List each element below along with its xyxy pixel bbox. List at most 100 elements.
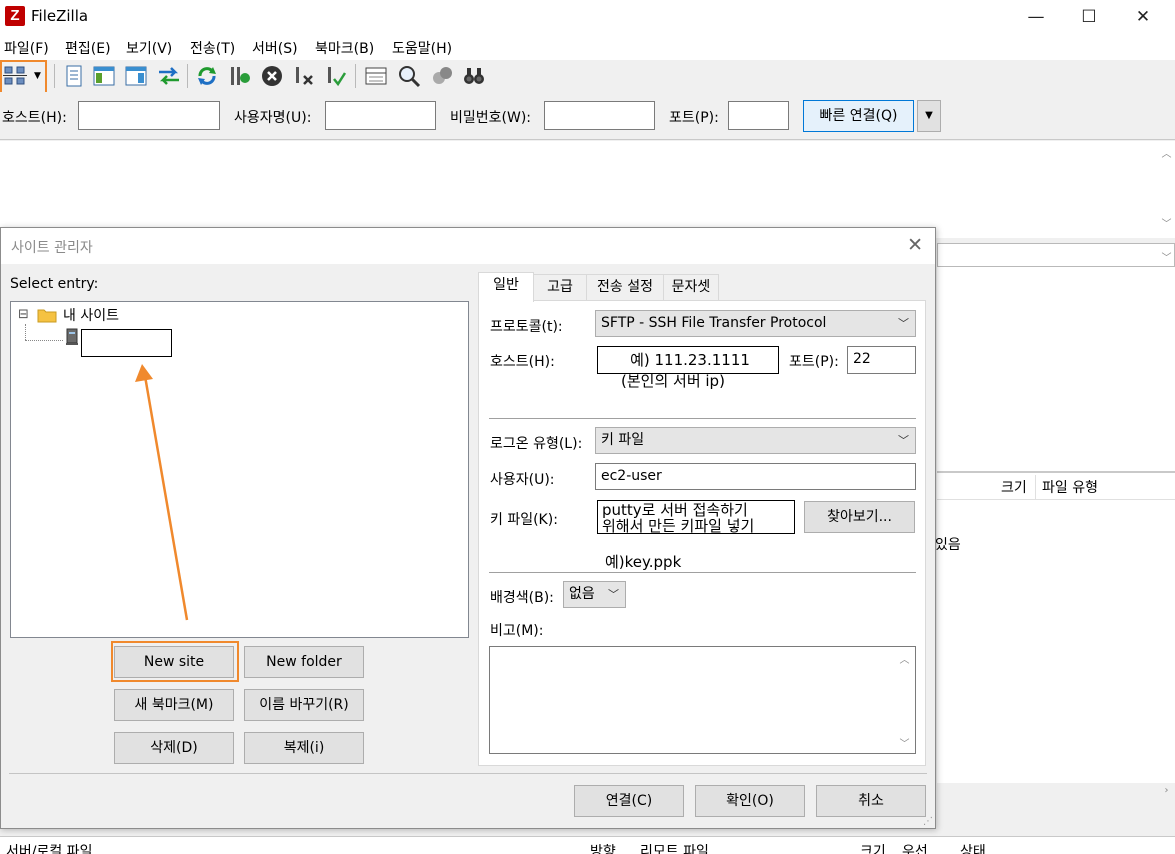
cancel-icon[interactable] bbox=[260, 64, 284, 88]
toolbar: ▼ bbox=[0, 60, 1175, 94]
menu-edit[interactable]: 편집(E) bbox=[65, 38, 111, 58]
sync-browse-icon[interactable] bbox=[430, 64, 454, 88]
comments-label: 비고(M): bbox=[490, 623, 544, 639]
local-tree-icon[interactable] bbox=[92, 64, 116, 88]
key-file-input[interactable]: putty로 서버 접속하기 위해서 만든 키파일 넣기 bbox=[597, 500, 795, 534]
quick-user-label: 사용자명(U): bbox=[234, 110, 312, 126]
port-input[interactable]: 22 bbox=[847, 346, 916, 374]
close-button[interactable]: ✕ bbox=[1120, 2, 1166, 32]
host-hint-line2: (본인의 서버 ip) bbox=[621, 372, 725, 390]
connect-button[interactable]: 연결(C) bbox=[574, 785, 684, 817]
ok-button[interactable]: 확인(O) bbox=[695, 785, 805, 817]
key-hint-example: 예)key.ppk bbox=[605, 553, 682, 571]
port-label: 포트(P): bbox=[789, 354, 839, 370]
host-hint-line1: 예) 111.23.1111 bbox=[630, 351, 750, 369]
col-header-size[interactable]: 크기 bbox=[1001, 477, 1027, 497]
queue-col-size[interactable]: 크기 bbox=[860, 841, 886, 854]
new-site-name-box[interactable] bbox=[81, 329, 172, 357]
site-tree[interactable]: ⊟ 내 사이트 bbox=[10, 301, 469, 638]
quick-user-input[interactable] bbox=[325, 101, 436, 130]
maximize-button[interactable]: ☐ bbox=[1066, 2, 1112, 32]
rename-button[interactable]: 이름 바꾸기(R) bbox=[244, 689, 364, 721]
remote-tree-pane: ﹀ bbox=[937, 243, 1175, 471]
reconnect-icon[interactable] bbox=[324, 64, 348, 88]
quick-pass-input[interactable] bbox=[544, 101, 655, 130]
quickconnect-bar: 호스트(H): 사용자명(U): 비밀번호(W): 포트(P): 빠른 연결(Q… bbox=[0, 92, 1175, 140]
col-header-filetype[interactable]: 파일 유형 bbox=[1042, 477, 1098, 497]
cancel-button[interactable]: 취소 bbox=[816, 785, 926, 817]
quick-connect-button[interactable]: 빠른 연결(Q) bbox=[803, 100, 914, 132]
user-label: 사용자(U): bbox=[490, 472, 555, 488]
menu-view[interactable]: 보기(V) bbox=[126, 38, 172, 58]
log-scroll-down-icon[interactable]: ﹀ bbox=[1158, 215, 1175, 230]
window-title: FileZilla bbox=[31, 7, 89, 25]
remote-hscroll[interactable]: › bbox=[937, 783, 1175, 803]
refresh-icon[interactable] bbox=[195, 64, 219, 88]
chevron-down-icon: ﹀ bbox=[898, 434, 909, 447]
process-queue-icon[interactable] bbox=[228, 64, 252, 88]
menu-bookmarks[interactable]: 북마크(B) bbox=[315, 38, 374, 58]
queue-col-priority[interactable]: 우선 bbox=[902, 841, 928, 854]
protocol-select[interactable]: SFTP - SSH File Transfer Protocol ﹀ bbox=[595, 310, 916, 337]
empty-list-text: 있음 bbox=[935, 537, 961, 553]
quick-port-input[interactable] bbox=[728, 101, 789, 130]
new-folder-button[interactable]: New folder bbox=[244, 646, 364, 678]
chevron-down-icon: ﹀ bbox=[898, 317, 909, 330]
host-label: 호스트(H): bbox=[490, 354, 555, 370]
comments-scroll-down-icon[interactable]: ﹀ bbox=[896, 735, 913, 750]
chevron-down-icon: ﹀ bbox=[608, 588, 619, 601]
folder-icon bbox=[37, 307, 57, 327]
new-site-highlight bbox=[111, 641, 239, 682]
tree-root-label[interactable]: 내 사이트 bbox=[63, 305, 119, 325]
dialog-title-bar: 사이트 관리자 ✕ bbox=[1, 228, 935, 264]
key-hint-line2: 위해서 만든 키파일 넣기 bbox=[602, 517, 755, 534]
duplicate-button[interactable]: 복제(i) bbox=[244, 732, 364, 764]
queue-col-status[interactable]: 상태 bbox=[960, 841, 986, 854]
new-bookmark-button[interactable]: 새 북마크(M) bbox=[114, 689, 234, 721]
quick-pass-label: 비밀번호(W): bbox=[450, 110, 532, 126]
tab-advanced[interactable]: 고급 bbox=[533, 274, 587, 300]
logon-type-select[interactable]: 키 파일 ﹀ bbox=[595, 427, 916, 454]
menu-file[interactable]: 파일(F) bbox=[4, 38, 49, 58]
log-scroll-up-icon[interactable]: ︿ bbox=[1158, 145, 1175, 160]
message-log-icon[interactable] bbox=[62, 64, 86, 88]
message-log-pane: ︿ ﹀ bbox=[0, 141, 1175, 238]
menu-server[interactable]: 서버(S) bbox=[252, 38, 298, 58]
remote-file-list: 크기 파일 유형 있음 bbox=[935, 473, 1175, 783]
compare-icon[interactable] bbox=[397, 64, 421, 88]
logon-type-label: 로그온 유형(L): bbox=[490, 436, 583, 452]
queue-col-remote[interactable]: 리모트 파일 bbox=[640, 841, 709, 854]
queue-header: 서버/로컬 파일 방향 리모트 파일 크기 우선 상태 bbox=[0, 836, 1175, 854]
select-entry-label: Select entry: bbox=[10, 276, 99, 292]
user-input[interactable]: ec2-user bbox=[595, 463, 916, 490]
tab-general[interactable]: 일반 bbox=[478, 272, 534, 302]
menu-help[interactable]: 도움말(H) bbox=[392, 38, 452, 58]
tab-charset[interactable]: 문자셋 bbox=[663, 274, 719, 300]
comments-textarea[interactable]: ︿ ﹀ bbox=[489, 646, 916, 754]
minimize-button[interactable]: — bbox=[1013, 2, 1059, 32]
transfer-queue-icon[interactable] bbox=[156, 64, 180, 88]
remote-tree-icon[interactable] bbox=[124, 64, 148, 88]
disconnect-icon[interactable] bbox=[292, 64, 316, 88]
quick-port-label: 포트(P): bbox=[669, 110, 719, 126]
server-icon bbox=[65, 328, 79, 350]
quick-host-input[interactable] bbox=[78, 101, 220, 130]
dialog-close-icon[interactable]: ✕ bbox=[907, 234, 923, 256]
bg-color-select[interactable]: 없음 ﹀ bbox=[563, 581, 626, 608]
search-icon[interactable] bbox=[462, 64, 486, 88]
queue-col-direction[interactable]: 방향 bbox=[590, 841, 616, 854]
browse-button[interactable]: 찾아보기... bbox=[804, 501, 915, 533]
remote-path-dropdown-icon[interactable]: ﹀ bbox=[1158, 249, 1175, 264]
menu-transfer[interactable]: 전송(T) bbox=[190, 38, 235, 58]
delete-button[interactable]: 삭제(D) bbox=[114, 732, 234, 764]
queue-col-file[interactable]: 서버/로컬 파일 bbox=[6, 841, 92, 854]
filter-icon[interactable] bbox=[364, 64, 388, 88]
site-manager-dialog: 사이트 관리자 ✕ Select entry: ⊟ 내 사이트 New site… bbox=[0, 227, 936, 829]
title-bar: Z FileZilla — ☐ ✕ bbox=[0, 0, 1175, 34]
comments-scroll-up-icon[interactable]: ︿ bbox=[896, 651, 913, 666]
resize-grip-icon[interactable]: ⋰ bbox=[923, 816, 933, 827]
quick-connect-dropdown-button[interactable]: ▼ bbox=[917, 100, 941, 132]
tab-transfer-settings[interactable]: 전송 설정 bbox=[586, 274, 664, 300]
protocol-label: 프로토콜(t): bbox=[490, 319, 563, 335]
tree-collapse-icon[interactable]: ⊟ bbox=[18, 307, 29, 322]
